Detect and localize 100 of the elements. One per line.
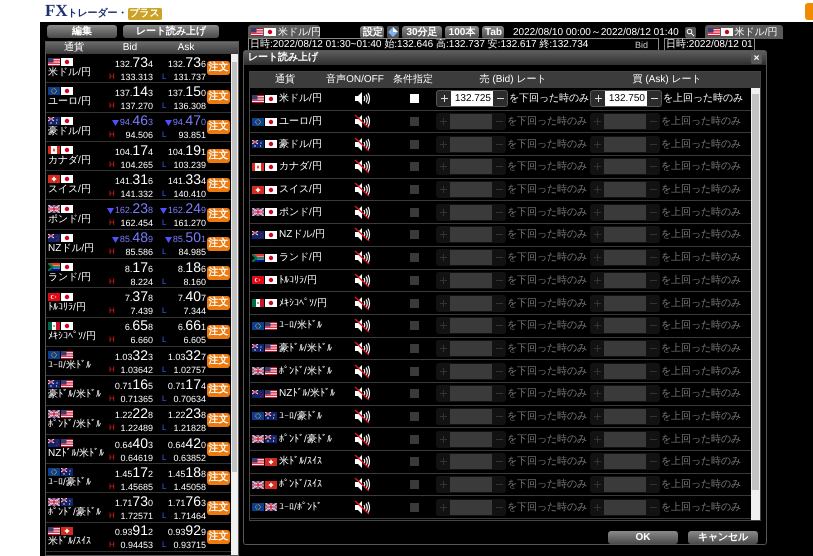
rate-row[interactable]: ユーロ/円 137.143 H 137.270 137.150 L 136.308 注文 [46, 83, 231, 113]
condition-label: を下回った時のみ [507, 432, 587, 447]
currency-pair: NZドル/円 [48, 242, 94, 254]
flag-icon [252, 208, 264, 216]
order-button[interactable]: 注文 [207, 120, 230, 134]
condition-checkbox[interactable] [410, 94, 418, 104]
order-button[interactable]: 注文 [207, 236, 230, 251]
low-mark: L [162, 364, 166, 375]
plus-icon [594, 458, 600, 466]
low-mark: L [162, 247, 166, 258]
order-button[interactable]: 注文 [207, 266, 230, 280]
rate-row[interactable]: NZﾄﾞﾙ/米ﾄﾞﾙ 0.64403 H 0.64619 0.64420 L 0.63852 注文 [46, 434, 231, 464]
search-icon[interactable] [684, 26, 696, 38]
high-price: 0.71365 [120, 394, 153, 404]
rate-row[interactable]: スイス/円 141.316 H 141.332 141.334 L 140.410 注文 [46, 171, 231, 200]
rate-row[interactable]: ポンド/円 162.238 H 162.454 162.249 L 161.270 注文 [46, 200, 231, 230]
plus-icon [440, 254, 446, 262]
rate-row[interactable]: 米ドル/円 132.734 H 133.313 132.736 L 131.737 注文 [46, 54, 231, 84]
rate-row[interactable]: ﾎﾟﾝﾄﾞ/米ﾄﾞﾙ 1.22228 H 1.22489 1.22238 L 1.21828 注文 [46, 406, 231, 435]
rate-field[interactable]: 132.725 [451, 91, 493, 106]
condition-label: を上回った時のみ [661, 342, 741, 356]
plus-icon [440, 208, 446, 216]
order-button[interactable]: 注文 [207, 178, 230, 192]
currency-pair: ﾕｰﾛ/豪ﾄﾞﾙ [48, 477, 91, 488]
flag-icon [252, 254, 264, 262]
order-button[interactable]: 注文 [207, 442, 230, 456]
rate-field[interactable]: 132.750 [605, 91, 647, 106]
order-button[interactable]: 注文 [207, 412, 230, 427]
order-button[interactable]: 注文 [207, 530, 230, 544]
flag-icon [48, 146, 60, 154]
flag-icon [265, 367, 277, 376]
currency-pair: スイス/円 [48, 184, 91, 196]
order-button[interactable]: 注文 [207, 90, 230, 104]
flag-icon [265, 322, 277, 330]
bars-button[interactable]: 100本 [445, 26, 479, 38]
currency-pair: ﾎﾟﾝﾄﾞ/豪ﾄﾞﾙ [279, 432, 332, 447]
logo: FX トレーダー・ プラス [45, 2, 162, 20]
edit-button[interactable]: 編集 [47, 25, 117, 38]
order-button[interactable]: 注文 [207, 471, 230, 486]
order-button[interactable]: 注文 [207, 208, 230, 222]
order-button[interactable]: 注文 [207, 500, 230, 515]
tab-button[interactable]: Tab [482, 26, 504, 38]
chart-tab[interactable]: 米ドル/円 [704, 25, 783, 39]
order-button[interactable]: 注文 [207, 354, 230, 368]
scrollbar[interactable] [751, 88, 760, 520]
order-button[interactable]: 注文 [207, 149, 230, 164]
flag-icon [252, 390, 264, 398]
rate-row[interactable]: 豪ドル/円 94.463 H 94.506 94.470 L 93.851 注文 [46, 112, 231, 142]
flag-icon [265, 186, 277, 194]
flag-icon [61, 58, 73, 66]
flag-icon [48, 468, 60, 476]
menu-button[interactable] [805, 2, 813, 20]
cancel-button[interactable]: キャンセル [688, 531, 758, 544]
rate-row[interactable]: ﾕｰﾛ/米ﾄﾞﾙ 1.03323 H 1.03642 1.03327 L 1.02757 注文 [46, 346, 231, 376]
rate-row[interactable]: ランド/円 8.176 H 8.224 8.186 L 8.160 注文 [46, 259, 231, 288]
high-mark: H [109, 482, 115, 492]
low-mark: L [162, 276, 166, 287]
order-button[interactable]: 注文 [207, 324, 230, 339]
flag-icon [252, 480, 264, 489]
flag-icon [252, 140, 264, 148]
flag-icon [265, 390, 277, 398]
chart-tab[interactable]: 米ドル/円 [248, 25, 320, 39]
condition-label: を下回った時のみ [507, 160, 587, 174]
plus-icon [440, 163, 446, 170]
scrollbar[interactable] [231, 54, 238, 555]
condition-label: を下回った時のみ [507, 478, 587, 492]
rate-row[interactable]: 豪ﾄﾞﾙ/米ﾄﾞﾙ 0.71165 H 0.71365 0.71174 L 0.70634 注文 [46, 376, 231, 406]
high-price: 8.224 [130, 276, 153, 287]
low-price: 140.410 [173, 188, 206, 199]
currency-pair: 米ドル/円 [279, 92, 322, 106]
low-price: 1.71464 [173, 511, 206, 522]
condition-label: を上回った時のみ [661, 274, 741, 288]
bid-price: 1.03323 [114, 348, 153, 365]
rate-row[interactable]: ﾒｷｼｺﾍﾟｿ/円 6.658 H 6.660 6.661 L 6.605 注文 [46, 318, 231, 347]
rate-row[interactable]: NZドル/円 85.489 H 85.586 85.501 L 84.985 注文 [46, 230, 231, 260]
currency-pair: ﾄﾙｺﾘﾗ/円 [48, 302, 86, 313]
read-aloud-button[interactable]: レート読み上げ [123, 25, 219, 38]
condition-label: を下回った時のみ [507, 206, 587, 220]
diamond-icon[interactable] [387, 26, 399, 38]
rate-row[interactable]: 米ﾄﾞﾙ/ｽｲｽ 0.93912 H 0.94453 0.93929 L 0.93715 注文 [46, 522, 231, 552]
timeframe-button[interactable]: 30分足 [402, 26, 442, 38]
settings-button[interactable]: 設定 [360, 26, 384, 38]
close-button[interactable]: × [751, 52, 762, 64]
flag-icon [48, 58, 60, 66]
flag-icon [265, 458, 277, 466]
order-button[interactable]: 注文 [207, 296, 230, 310]
rate-row[interactable]: カナダ/円 104.174 H 104.265 104.191 L 103.239 注文 [46, 142, 231, 172]
order-button[interactable]: 注文 [207, 383, 230, 398]
flag-icon [48, 322, 60, 330]
flag-icon [265, 344, 277, 352]
rate-row[interactable]: ﾄﾙｺﾘﾗ/円 7.378 H 7.439 7.407 L 7.344 注文 [46, 288, 231, 318]
condition-label: を下回った時のみ [507, 182, 587, 198]
order-button[interactable]: 注文 [207, 61, 230, 76]
speaker-icon[interactable] [354, 91, 370, 106]
ok-button[interactable]: OK [608, 531, 678, 544]
high-mark: H [109, 160, 115, 170]
flag-icon [48, 498, 60, 506]
rate-row[interactable]: ﾕｰﾛ/豪ﾄﾞﾙ 1.45172 H 1.45685 1.45188 L 1.45058 注文 [46, 464, 231, 494]
rate-row[interactable]: ﾎﾟﾝﾄﾞ/豪ﾄﾞﾙ 1.71730 H 1.72571 1.71763 L 1.71464 注文 [46, 493, 231, 523]
flag-icon [61, 498, 73, 506]
